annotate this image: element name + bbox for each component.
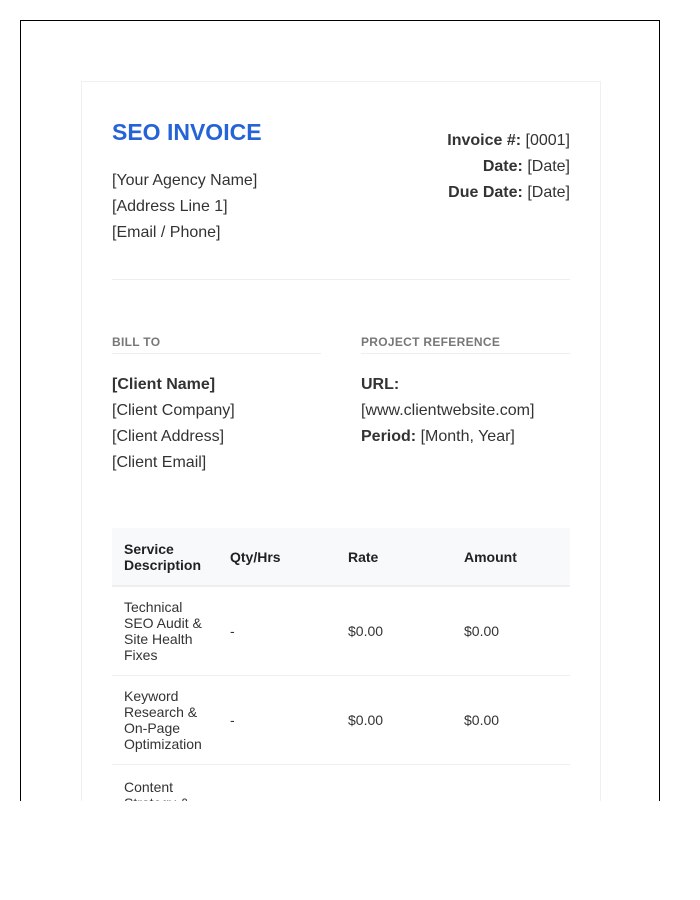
header-service: Service Description bbox=[112, 528, 218, 587]
invoice-due-row: Due Date: [Date] bbox=[447, 180, 570, 206]
project-reference-label: PROJECT REFERENCE bbox=[361, 335, 570, 354]
header-amount: Amount bbox=[452, 528, 570, 587]
client-email: [Client Email] bbox=[112, 454, 207, 471]
table-header-row: Service Description Qty/Hrs Rate Amount bbox=[112, 528, 570, 587]
row-qty: - bbox=[218, 586, 336, 676]
bill-to-section: BILL TO [Client Name] [Client Company] [… bbox=[112, 335, 321, 476]
row-rate bbox=[336, 764, 452, 801]
row-amount: $0.00 bbox=[452, 675, 570, 765]
project-reference-body: URL: [www.clientwebsite.com] Period: [Mo… bbox=[361, 372, 570, 450]
row-amount: $0.00 bbox=[452, 586, 570, 676]
services-table-wrapper: Service Description Qty/Hrs Rate Amount … bbox=[112, 528, 570, 801]
bill-to-label: BILL TO bbox=[112, 335, 321, 354]
row-service: Keyword Research & On-Page Optimization bbox=[112, 675, 218, 765]
agency-contact: [Email / Phone] bbox=[112, 224, 221, 241]
agency-address: [Address Line 1] bbox=[112, 198, 228, 215]
period-value: [Month, Year] bbox=[420, 428, 515, 445]
table-row: Content Strategy & bbox=[112, 764, 570, 801]
invoice-number-row: Invoice #: [0001] bbox=[447, 128, 570, 154]
row-qty: - bbox=[218, 675, 336, 765]
invoice-date-label: Date: bbox=[482, 158, 523, 175]
header-divider bbox=[112, 279, 570, 280]
url-label: URL: bbox=[361, 376, 400, 393]
invoice-due-label: Due Date: bbox=[448, 184, 523, 201]
services-table: Service Description Qty/Hrs Rate Amount … bbox=[112, 528, 570, 801]
header-rate: Rate bbox=[336, 528, 452, 587]
row-service: Technical SEO Audit & Site Health Fixes bbox=[112, 586, 218, 676]
row-service: Content Strategy & bbox=[112, 764, 218, 801]
invoice-meta: Invoice #: [0001] Date: [Date] Due Date:… bbox=[447, 128, 570, 206]
table-row: Technical SEO Audit & Site Health Fixes … bbox=[112, 586, 570, 676]
project-reference-section: PROJECT REFERENCE URL: [www.clientwebsit… bbox=[361, 335, 570, 450]
invoice-date-value: [Date] bbox=[527, 158, 570, 175]
period-label: Period: bbox=[361, 428, 417, 445]
row-rate: $0.00 bbox=[336, 586, 452, 676]
client-address: [Client Address] bbox=[112, 428, 225, 445]
invoice-title: SEO INVOICE bbox=[112, 119, 262, 145]
invoice-date-row: Date: [Date] bbox=[447, 154, 570, 180]
agency-name: [Your Agency Name] bbox=[112, 172, 258, 189]
invoice-number-value: [0001] bbox=[525, 132, 570, 149]
document-frame: SEO INVOICE [Your Agency Name] [Address … bbox=[20, 20, 660, 801]
client-name: [Client Name] bbox=[112, 376, 216, 393]
table-row: Keyword Research & On-Page Optimization … bbox=[112, 675, 570, 765]
invoice-due-value: [Date] bbox=[527, 184, 570, 201]
row-amount bbox=[452, 764, 570, 801]
header-qty: Qty/Hrs bbox=[218, 528, 336, 587]
invoice-number-label: Invoice #: bbox=[447, 132, 522, 149]
row-rate: $0.00 bbox=[336, 675, 452, 765]
url-value: [www.clientwebsite.com] bbox=[361, 402, 535, 419]
period-row: Period: [Month, Year] bbox=[361, 424, 570, 450]
invoice-card: SEO INVOICE [Your Agency Name] [Address … bbox=[81, 81, 601, 801]
agency-info: [Your Agency Name] [Address Line 1] [Ema… bbox=[112, 168, 257, 246]
row-qty bbox=[218, 764, 336, 801]
bill-to-body: [Client Name] [Client Company] [Client A… bbox=[112, 372, 321, 476]
client-company: [Client Company] bbox=[112, 402, 235, 419]
